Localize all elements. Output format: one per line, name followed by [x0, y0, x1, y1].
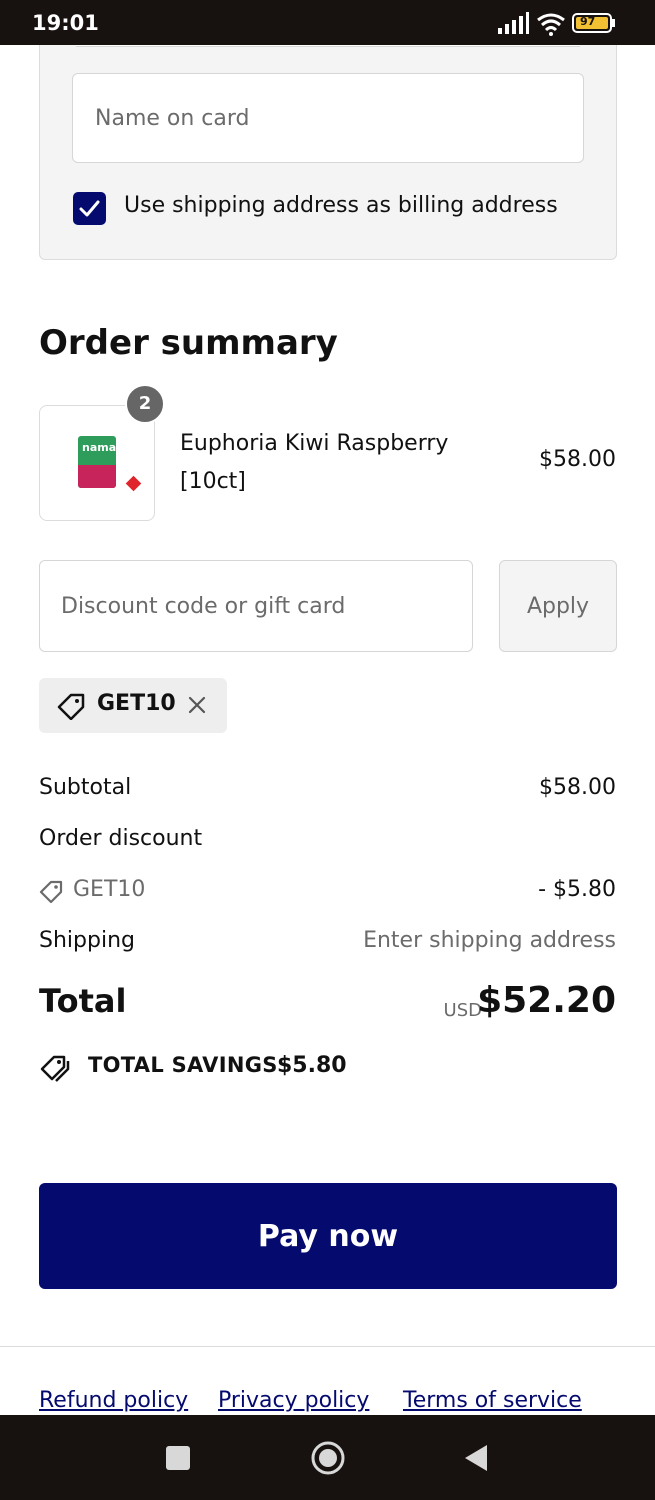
refund-policy-link[interactable]: Refund policy [39, 1388, 188, 1413]
pay-now-button[interactable]: Pay now [39, 1183, 617, 1289]
signal-icon [498, 12, 529, 34]
order-discount-code: GET10 [73, 877, 146, 902]
tag-icon [39, 880, 63, 904]
order-discount-value: - $5.80 [538, 877, 616, 902]
total-label: Total [39, 982, 127, 1020]
status-bar: 19:01 97 [0, 0, 655, 45]
battery-level: 97 [580, 15, 596, 28]
previous-input-edge [76, 45, 580, 47]
order-summary-title: Order summary [39, 323, 338, 363]
remove-discount-icon[interactable] [187, 695, 207, 715]
tag-icon [57, 693, 85, 720]
terms-of-service-link[interactable]: Terms of service [403, 1388, 582, 1413]
product-price: $58.00 [539, 447, 616, 472]
order-discount-label: Order discount [39, 826, 203, 851]
home-button[interactable] [288, 1415, 368, 1500]
quantity-badge: 2 [125, 384, 165, 424]
shipping-label: Shipping [39, 928, 135, 953]
status-time: 19:01 [32, 11, 99, 35]
raspberry-icon [125, 475, 142, 492]
footer-divider [0, 1346, 655, 1347]
privacy-policy-link[interactable]: Privacy policy [218, 1388, 369, 1413]
name-on-card-input[interactable] [72, 73, 584, 163]
total-savings-value: $5.80 [277, 1053, 347, 1078]
savings-tag-icon [40, 1055, 70, 1082]
back-triangle-icon [465, 1444, 487, 1471]
product-name: Euphoria Kiwi Raspberry [10ct] [180, 431, 449, 494]
total-savings-label: TOTAL SAVINGS [88, 1053, 278, 1077]
billing-address-checkbox[interactable] [73, 192, 106, 225]
discount-code-input[interactable] [39, 560, 473, 652]
subtotal-value: $58.00 [539, 775, 616, 800]
back-button[interactable] [436, 1415, 516, 1500]
apply-discount-button[interactable]: Apply [499, 560, 617, 652]
applied-discount-code: GET10 [97, 691, 176, 716]
subtotal-label: Subtotal [39, 775, 132, 800]
shipping-value: Enter shipping address [363, 928, 616, 953]
product-brand-text: nama [82, 441, 116, 454]
billing-address-checkbox-label[interactable]: Use shipping address as billing address [124, 193, 558, 218]
total-value: $52.20 [477, 980, 616, 1021]
navigation-bar [0, 1415, 655, 1500]
checkmark-icon [79, 200, 100, 217]
product-package-image: nama [78, 436, 116, 488]
home-circle-icon [311, 1441, 345, 1474]
applied-discount-chip: GET10 [39, 678, 227, 733]
recents-button[interactable] [138, 1415, 218, 1500]
recents-square-icon [166, 1445, 190, 1470]
checkout-content[interactable]: Use shipping address as billing address … [0, 45, 655, 1415]
wifi-icon [537, 13, 565, 36]
